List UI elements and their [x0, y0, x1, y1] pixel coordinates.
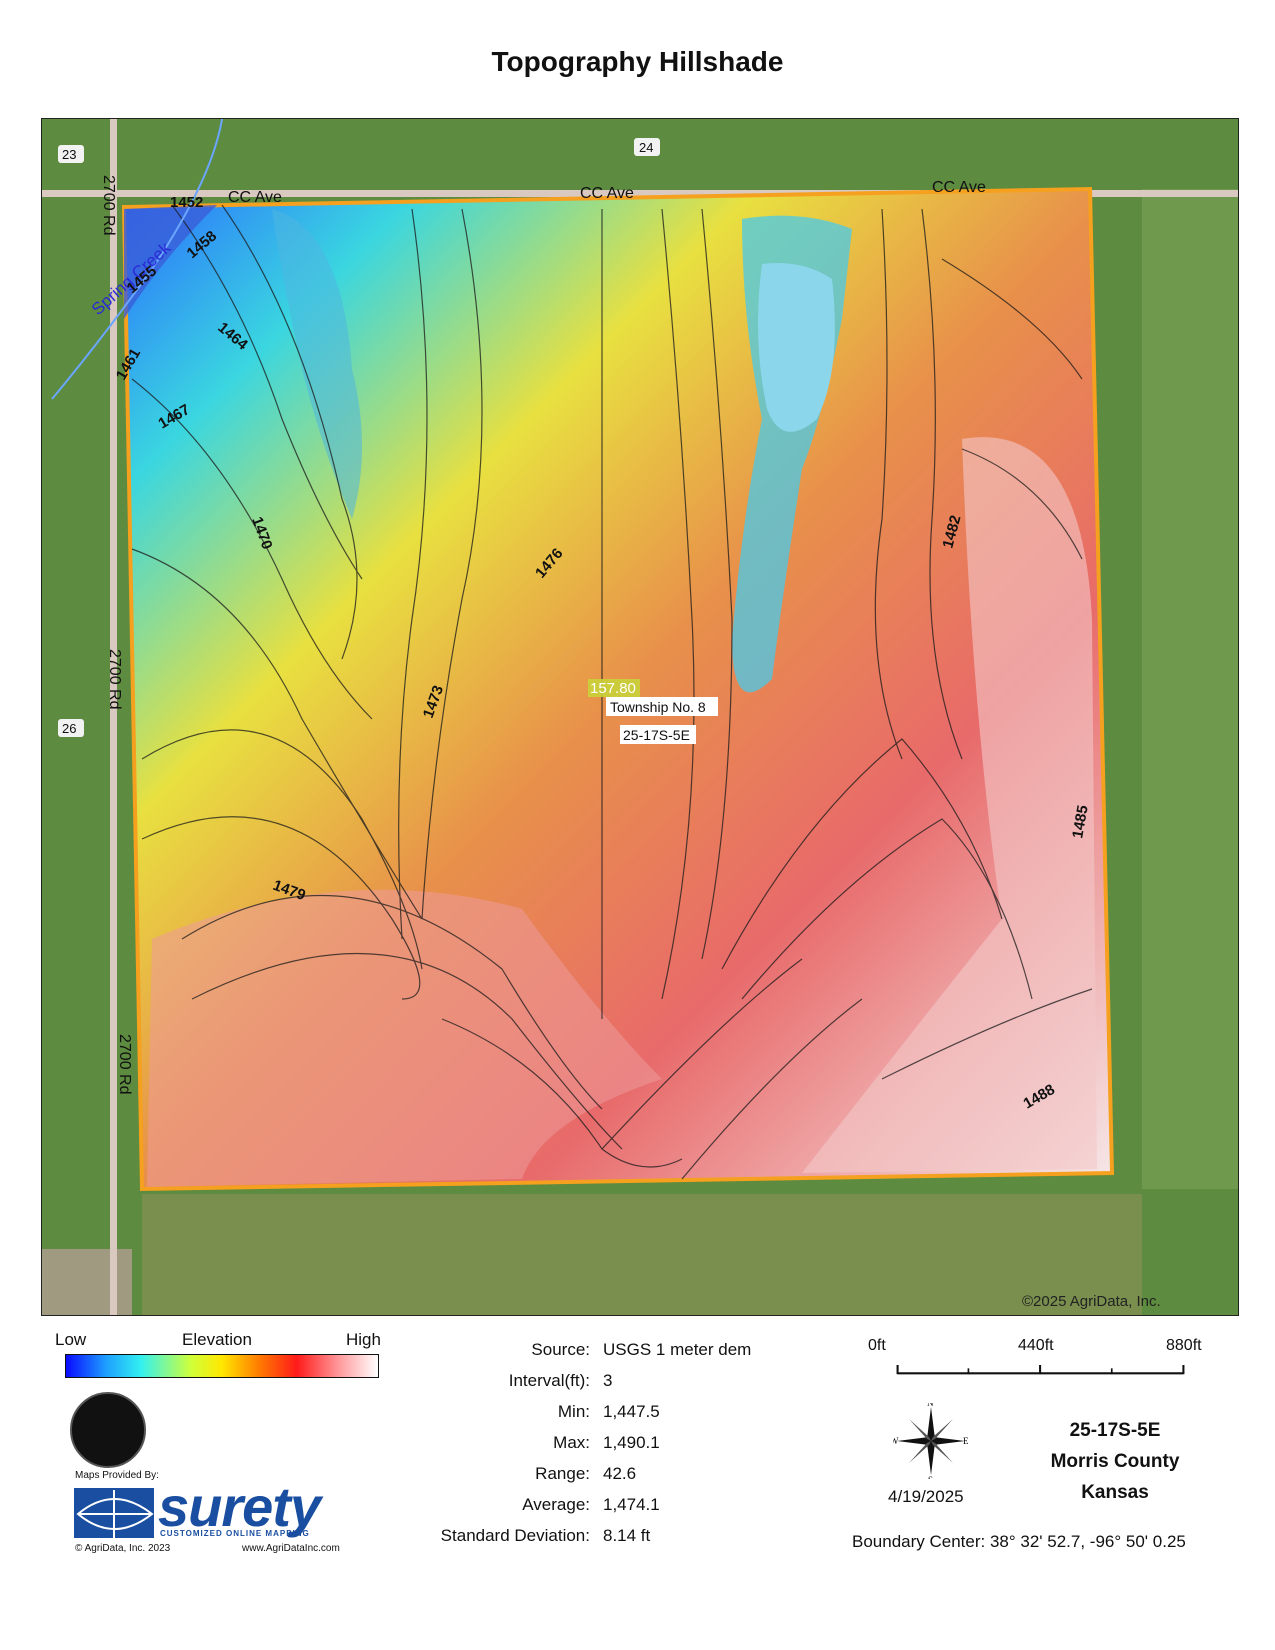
scale-bar — [896, 1365, 1185, 1375]
field-patch — [1142, 189, 1238, 1189]
road-label-2700-rd-2: 2700 Rd — [106, 649, 123, 710]
field-patch-sw — [42, 1249, 132, 1315]
location-block: 25-17S-5E Morris County Kansas — [1040, 1415, 1190, 1508]
location-state: Kansas — [1081, 1482, 1149, 1503]
section-23-label: 23 — [62, 147, 76, 162]
scale-label-440: 440ft — [1018, 1337, 1054, 1354]
acres-label: 157.80 — [590, 680, 636, 697]
boundary-center: Boundary Center: 38° 32' 52.7, -96° 50' … — [852, 1532, 1186, 1551]
township-section-label: 25-17S-5E — [623, 727, 690, 743]
branding-website[interactable]: www.AgriDataInc.com — [242, 1543, 340, 1554]
stat-value: 1,447.5 — [603, 1402, 660, 1421]
compass-rose-icon: N S W E — [893, 1403, 969, 1479]
compass-n: N — [927, 1403, 934, 1408]
compass-s: S — [928, 1475, 933, 1479]
map-view[interactable]: CC Ave CC Ave CC Ave 2700 Rd 2700 Rd 270… — [41, 118, 1239, 1316]
stat-value: 8.14 ft — [603, 1526, 651, 1545]
section-26-label: 26 — [62, 721, 76, 736]
road-label-cc-ave-2: CC Ave — [580, 185, 634, 202]
stat-label: Min: — [557, 1402, 590, 1421]
contour-label: 1452 — [170, 194, 203, 211]
road-label-2700-rd-3: 2700 Rd — [116, 1034, 133, 1095]
map-canvas: CC Ave CC Ave CC Ave 2700 Rd 2700 Rd 270… — [42, 119, 1238, 1315]
map-date: 4/19/2025 — [888, 1487, 964, 1506]
road-label-cc-ave-1: CC Ave — [228, 189, 282, 206]
provided-by-label: Maps Provided By: — [75, 1470, 159, 1481]
legend-low-label: Low — [55, 1330, 87, 1349]
stat-value: USGS 1 meter dem — [603, 1340, 752, 1359]
scale-label-0: 0ft — [868, 1337, 886, 1354]
scale-label-880: 880ft — [1166, 1337, 1202, 1354]
branding-copyright: © AgriData, Inc. 2023 — [75, 1543, 171, 1554]
page-title: Topography Hillshade — [491, 46, 784, 77]
stat-value: 42.6 — [603, 1464, 637, 1483]
road-label-cc-ave-3: CC Ave — [932, 179, 986, 196]
stat-value: 3 — [603, 1371, 613, 1390]
road-label-2700-rd-1: 2700 Rd — [100, 175, 117, 236]
stat-label: Max: — [553, 1433, 590, 1452]
stat-value: 1,490.1 — [603, 1433, 660, 1452]
stat-value: 1,474.1 — [603, 1495, 660, 1514]
field-patch-south — [142, 1194, 1142, 1315]
location-section: 25-17S-5E — [1069, 1420, 1161, 1441]
section-24-label: 24 — [639, 140, 653, 155]
surety-tagline: CUSTOMIZED ONLINE MAPPING — [160, 1529, 310, 1538]
map-copyright: ©2025 AgriData, Inc. — [1022, 1293, 1161, 1310]
location-county: Morris County — [1050, 1451, 1180, 1472]
deer-logo-icon — [70, 1392, 146, 1468]
stat-label: Interval(ft): — [508, 1371, 590, 1390]
township-name-label: Township No. 8 — [610, 699, 706, 715]
compass-w: W — [893, 1436, 899, 1446]
compass-e: E — [963, 1436, 969, 1446]
stat-label: Source: — [531, 1340, 590, 1359]
